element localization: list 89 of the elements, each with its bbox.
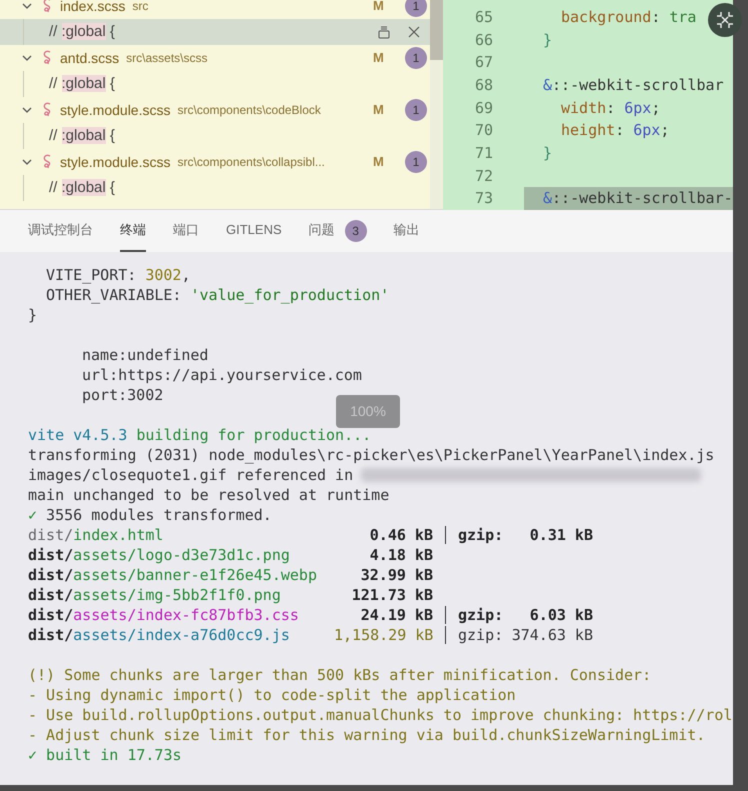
problem-count-badge: 3 — [344, 220, 367, 242]
panel-tab[interactable]: 输出 — [394, 210, 420, 252]
line-number: 66 — [474, 30, 493, 51]
search-match-row[interactable]: // :global { — [0, 19, 430, 45]
match-count-badge: 1 — [405, 0, 427, 17]
asset-path: dist/index.html — [28, 525, 164, 545]
code-line: } — [542, 143, 552, 164]
line-number: 69 — [474, 98, 493, 119]
asset-size: 32.99 kB — [360, 565, 433, 585]
terminal-text: vite v4.5.3 — [28, 425, 128, 445]
terminal-text: 3556 modules transformed. — [45, 505, 272, 525]
terminal-text: 3002 — [145, 265, 182, 285]
line-number: 71 — [474, 143, 493, 164]
terminal-text: - Using dynamic import() to code-split the application — [28, 685, 516, 705]
panel-tab[interactable]: 问题 — [308, 210, 335, 252]
asset-size: 0.46 kB — [368, 525, 433, 545]
terminal-text: } — [28, 305, 38, 325]
line-number: 70 — [474, 120, 493, 142]
terminal-text: building for production... — [135, 425, 372, 445]
match-count-badge: 1 — [405, 47, 427, 69]
modified-status: M — [373, 0, 385, 16]
terminal-text: port:3002 — [82, 385, 164, 405]
gzip-size: gzip: 374.63 kB — [458, 625, 593, 645]
asset-path: dist/assets/logo-d3e73d1c.png — [28, 545, 291, 565]
code-line: } — [542, 30, 552, 51]
file-name: style.module.scss — [60, 152, 170, 172]
scrollbar-thumb[interactable] — [430, 0, 443, 60]
search-match-row[interactable]: // :global { — [0, 71, 430, 97]
line-number: 68 — [474, 75, 493, 96]
terminal-text: name:undefined — [82, 345, 208, 365]
terminal-text: main unchanged to be resolved at runtime — [28, 485, 390, 505]
asset-path: dist/assets/index-fc87bfb3.css — [28, 605, 300, 625]
line-number: 67 — [474, 52, 493, 74]
gzip-size: gzip: 6.03 kB — [458, 605, 593, 625]
terminal-text: - Use build.rollupOptions.output.manualChunks to improve chunking: https://rol — [28, 705, 732, 725]
modified-status: M — [373, 153, 385, 172]
code-line: background: tra — [560, 7, 696, 28]
file-path: src\components\codeBlock — [177, 102, 321, 119]
replace-icon[interactable] — [378, 25, 390, 39]
terminal-text: , — [181, 265, 190, 285]
file-path: src\components\collapsibl... — [177, 154, 325, 171]
gzip-size: gzip: 0.31 kB — [458, 525, 593, 545]
terminal-text: VITE_PORT: — [46, 265, 138, 285]
search-match-row[interactable]: // :global { — [0, 123, 430, 149]
match-text: // :global { — [49, 126, 115, 146]
terminal-text: images/closequote1.gif referenced in — [28, 465, 354, 485]
exit-fullscreen-icon — [716, 11, 734, 29]
panel-tab[interactable]: GITLENS — [226, 210, 282, 252]
match-text: // :global { — [49, 178, 115, 198]
terminal-text: transforming (2031) node_modules\rc-picker\es\PickerPanel\YearPanel\index.js — [28, 445, 714, 465]
asset-size: 24.19 kB — [360, 605, 433, 625]
match-text: // :global { — [49, 74, 115, 94]
asset-size: 121.73 kB — [350, 585, 433, 605]
zoom-indicator: 100% — [336, 395, 400, 428]
terminal-text: ✓ — [28, 505, 38, 525]
asset-path: dist/assets/banner-e1f26e45.webp — [28, 565, 318, 585]
file-path: src — [132, 0, 148, 15]
panel-tab[interactable]: 端口 — [173, 210, 199, 252]
panel-tab[interactable]: 终端 — [120, 210, 146, 252]
code-line: width: 6px; — [560, 98, 660, 119]
close-icon[interactable] — [408, 26, 420, 38]
match-count-badge: 1 — [405, 151, 427, 173]
match-count-badge: 1 — [405, 99, 427, 121]
match-text: // :global { — [49, 22, 115, 42]
terminal-text: - Adjust chunk size limit for this warning via build.chunkSizeWarningLimit. — [28, 725, 706, 745]
code-line: &::-webkit-scrollbar — [542, 75, 724, 96]
search-match-row[interactable]: // :global { — [0, 175, 430, 201]
file-name: index.scss — [60, 0, 126, 16]
asset-path: dist/assets/img-5bb2f1f0.png — [28, 585, 282, 605]
line-number: 72 — [474, 166, 493, 187]
file-name: antd.scss — [60, 48, 120, 68]
terminal-text: 'value_for_production' — [190, 285, 390, 305]
code-line: height: 6px; — [560, 120, 670, 142]
code-line: &::-webkit-scrollbar- — [542, 188, 733, 210]
terminal-text: url:https://api.yourservice.com — [82, 365, 362, 385]
terminal-text: OTHER_VARIABLE: — [46, 285, 182, 305]
asset-path: dist/assets/index-a76d0cc9.js — [28, 625, 291, 645]
file-name: style.module.scss — [60, 100, 170, 120]
terminal-text: ✓ — [28, 745, 38, 765]
asset-size: 4.18 kB — [368, 545, 433, 565]
modified-status: M — [373, 101, 385, 120]
terminal-text: (!) Some chunks are larger than 500 kBs after minification. Consider: — [28, 665, 652, 685]
terminal-text: built in 17.73s — [45, 745, 182, 765]
panel-tab[interactable]: 调试控制台 — [28, 210, 93, 252]
asset-size: 1,158.29 kB — [334, 625, 433, 645]
line-number: 73 — [474, 188, 493, 210]
modified-status: M — [373, 49, 385, 68]
line-number: 65 — [474, 7, 493, 28]
file-path: src\assets\scss — [126, 50, 208, 67]
